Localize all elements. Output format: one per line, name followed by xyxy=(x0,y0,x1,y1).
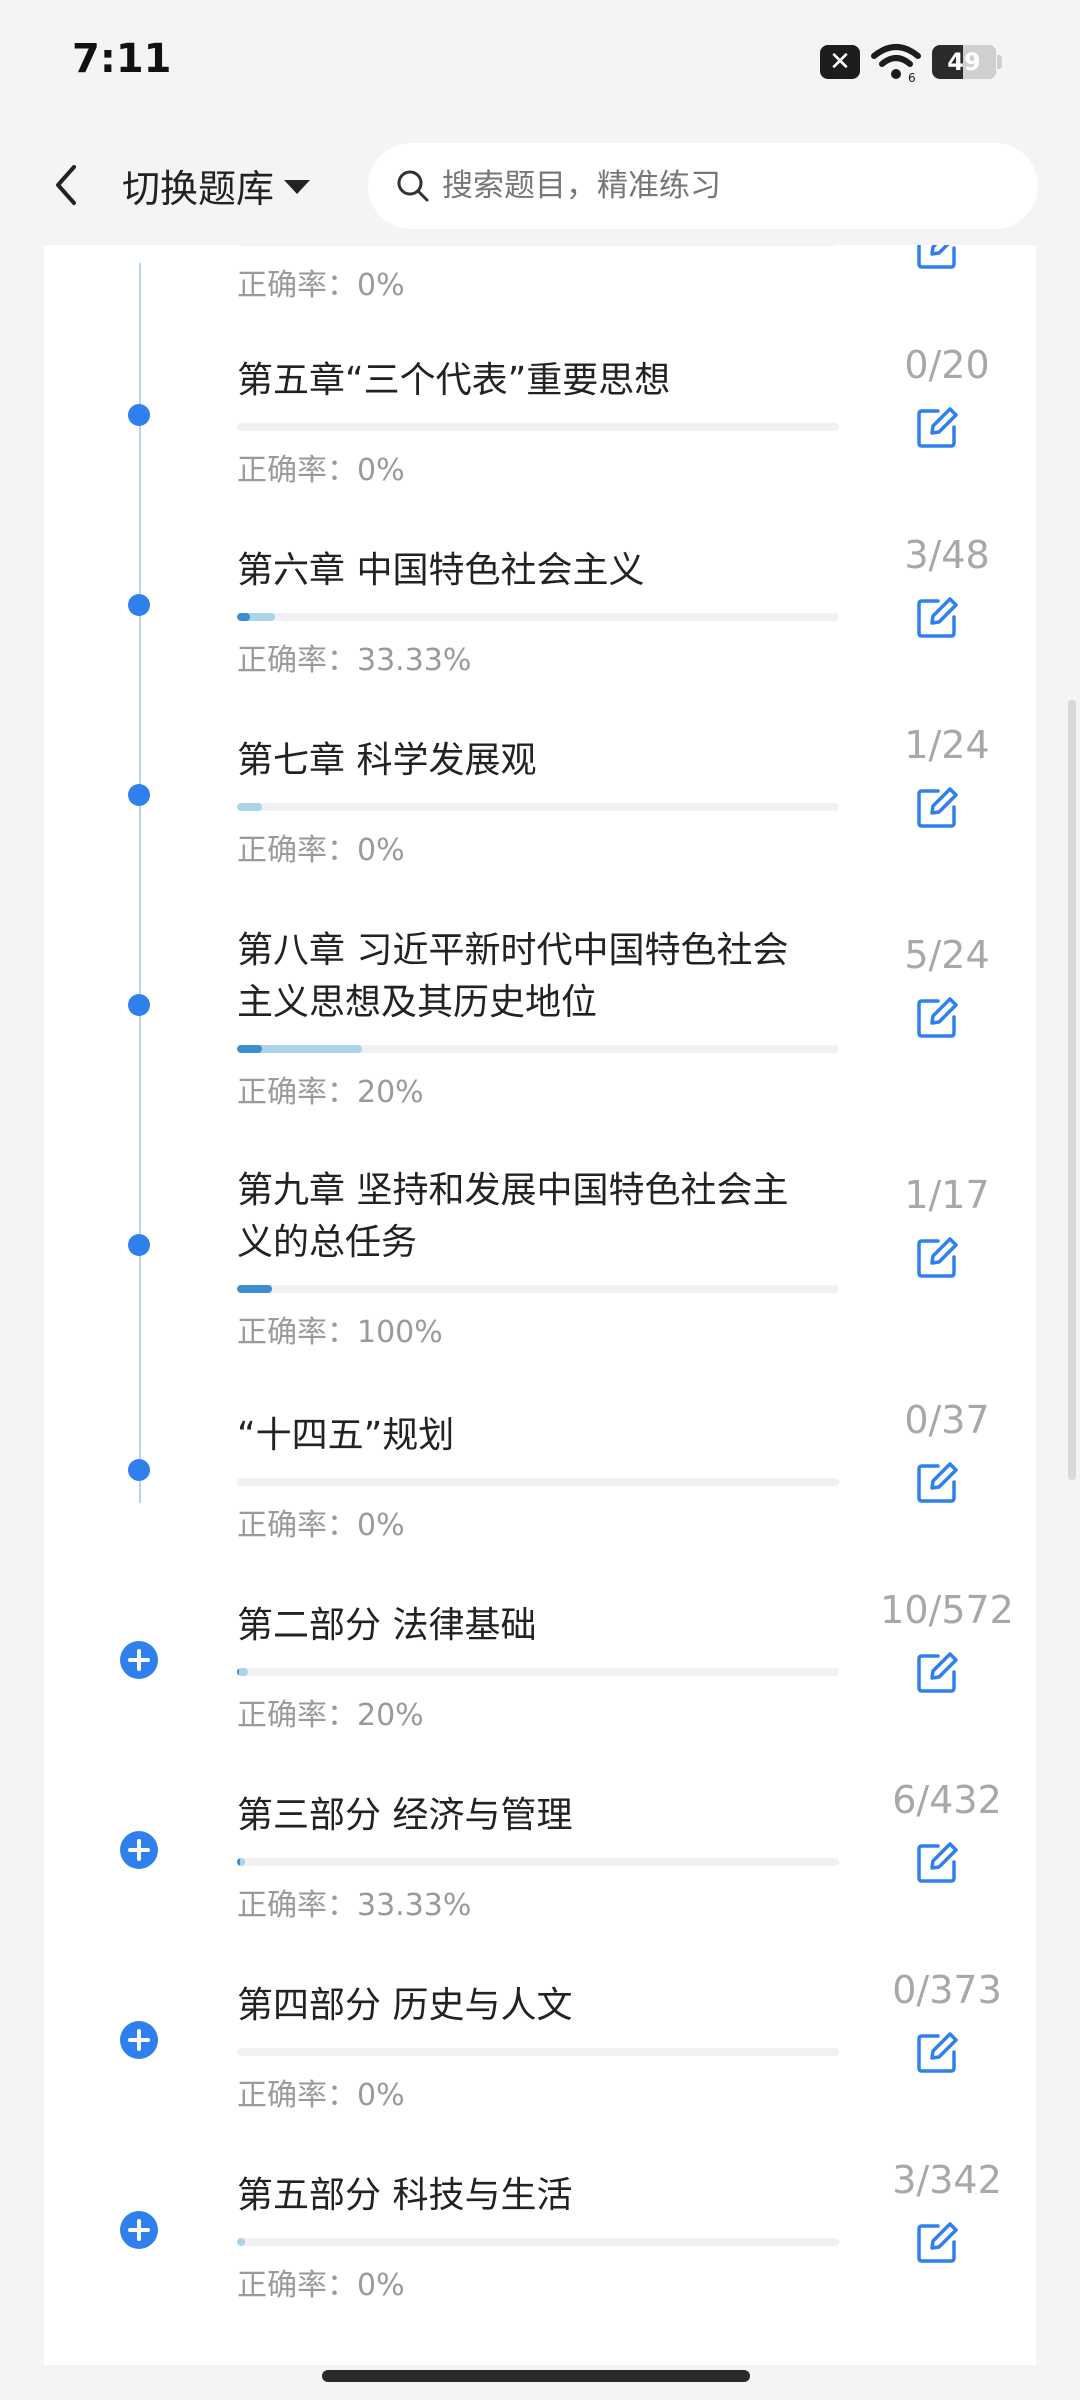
notification-x-icon: ✕ xyxy=(820,45,860,79)
search-box[interactable] xyxy=(368,143,1038,229)
question-count: 1/24 xyxy=(904,723,990,767)
question-count: 6/432 xyxy=(892,1778,1002,1822)
timeline-dot xyxy=(128,994,150,1016)
status-time: 7:11 xyxy=(72,36,172,82)
chapter-title: 第五部分 科技与生活 xyxy=(237,2175,573,2216)
practice-edit-icon[interactable] xyxy=(914,2220,960,2266)
chapter-title: 第四部分 历史与人文 xyxy=(237,1985,573,2026)
home-indicator[interactable] xyxy=(322,2370,750,2382)
chapter-row[interactable]: 第八章 习近平新时代中国特色社会主义思想及其历史地位 正确率：20% 5/24 xyxy=(44,805,1036,1110)
question-count: 1/17 xyxy=(904,1173,990,1217)
chapter-row[interactable]: 第二部分 法律基础 正确率：20% 10/572 xyxy=(44,1480,1036,1733)
search-icon xyxy=(397,170,429,202)
chapter-row[interactable]: “十四五”规划 正确率：0% 0/37 xyxy=(44,1290,1036,1543)
scrollbar[interactable] xyxy=(1068,700,1076,1480)
chapter-row[interactable]: 第五章“三个代表”重要思想 正确率：0% 0/20 xyxy=(44,245,1036,488)
question-count: 0/20 xyxy=(904,343,990,387)
top-bar: 切换题库 xyxy=(0,125,1080,245)
wifi-icon: 6 xyxy=(871,44,921,82)
timeline-dot xyxy=(128,404,150,426)
timeline-dot xyxy=(128,594,150,616)
progress-attempted-fill xyxy=(237,2238,245,2246)
chapter-title: “十四五”规划 xyxy=(237,1415,455,1456)
practice-edit-icon[interactable] xyxy=(914,995,960,1041)
chapter-title: 第六章 中国特色社会主义 xyxy=(237,550,645,591)
chapter-title: 第九章 坚持和发展中国特色社会主义的总任务 xyxy=(237,1170,789,1263)
question-count: 5/24 xyxy=(904,933,990,977)
chapter-title: 第八章 习近平新时代中国特色社会主义思想及其历史地位 xyxy=(237,930,789,1023)
question-count: 0/373 xyxy=(892,1968,1002,2012)
chapter-row[interactable]: 第六章 中国特色社会主义 正确率：33.33% 3/48 xyxy=(44,425,1036,678)
chapter-title: 第二部分 法律基础 xyxy=(237,1605,537,1646)
chapter-row[interactable]: 第三部分 经济与管理 正确率：33.33% 6/432 xyxy=(44,1670,1036,1923)
timeline-dot xyxy=(128,784,150,806)
accuracy-prefix: 正确率： xyxy=(237,2268,357,2303)
question-count: 3/342 xyxy=(892,2158,1002,2202)
accuracy-value: 0% xyxy=(357,2268,405,2303)
battery-icon: 49 xyxy=(932,45,996,79)
chapter-row[interactable]: 第五部分 科技与生活 正确率：0% 3/342 xyxy=(44,2050,1036,2303)
question-count: 10/572 xyxy=(880,1588,1014,1632)
chevron-left-icon xyxy=(56,165,76,205)
switch-question-bank-dropdown[interactable]: 切换题库 xyxy=(122,155,311,215)
chapter-row[interactable]: 第七章 科学发展观 正确率：0% 1/24 xyxy=(44,615,1036,868)
status-bar: 7:11 ✕ 6 49 xyxy=(0,0,1080,125)
expand-plus-icon[interactable] xyxy=(120,2211,158,2249)
caret-down-icon xyxy=(284,180,311,194)
status-icons: ✕ 6 49 xyxy=(820,42,1002,82)
chapter-row[interactable]: 第九章 坚持和发展中国特色社会主义的总任务 正确率：100% 1/17 xyxy=(44,1045,1036,1350)
chapter-title: 第七章 科学发展观 xyxy=(237,740,537,781)
question-count: 0/37 xyxy=(904,1398,990,1442)
switch-question-bank-label: 切换题库 xyxy=(122,166,275,211)
battery-level: 49 xyxy=(947,48,981,76)
search-input[interactable] xyxy=(440,167,1004,205)
progress-bar xyxy=(237,2238,839,2246)
chapter-title: 第三部分 经济与管理 xyxy=(237,1795,573,1836)
chapter-title: 第五章“三个代表”重要思想 xyxy=(237,360,671,401)
battery-tip xyxy=(997,55,1002,69)
timeline-dot xyxy=(128,1234,150,1256)
svg-text:6: 6 xyxy=(908,71,916,82)
practice-edit-icon[interactable] xyxy=(914,1235,960,1281)
accuracy-label: 正确率：0% xyxy=(237,2260,405,2304)
back-button[interactable] xyxy=(38,155,94,215)
chapter-list-card: 正确率：0% 第五章“三个代表”重要思想 正确率：0% 0/20 第六章 中国特色社会主… xyxy=(44,245,1036,2365)
chapter-row[interactable]: 第四部分 历史与人文 正确率：0% 0/373 xyxy=(44,1860,1036,2113)
question-count: 3/48 xyxy=(904,533,990,577)
timeline-dot xyxy=(128,1459,150,1481)
